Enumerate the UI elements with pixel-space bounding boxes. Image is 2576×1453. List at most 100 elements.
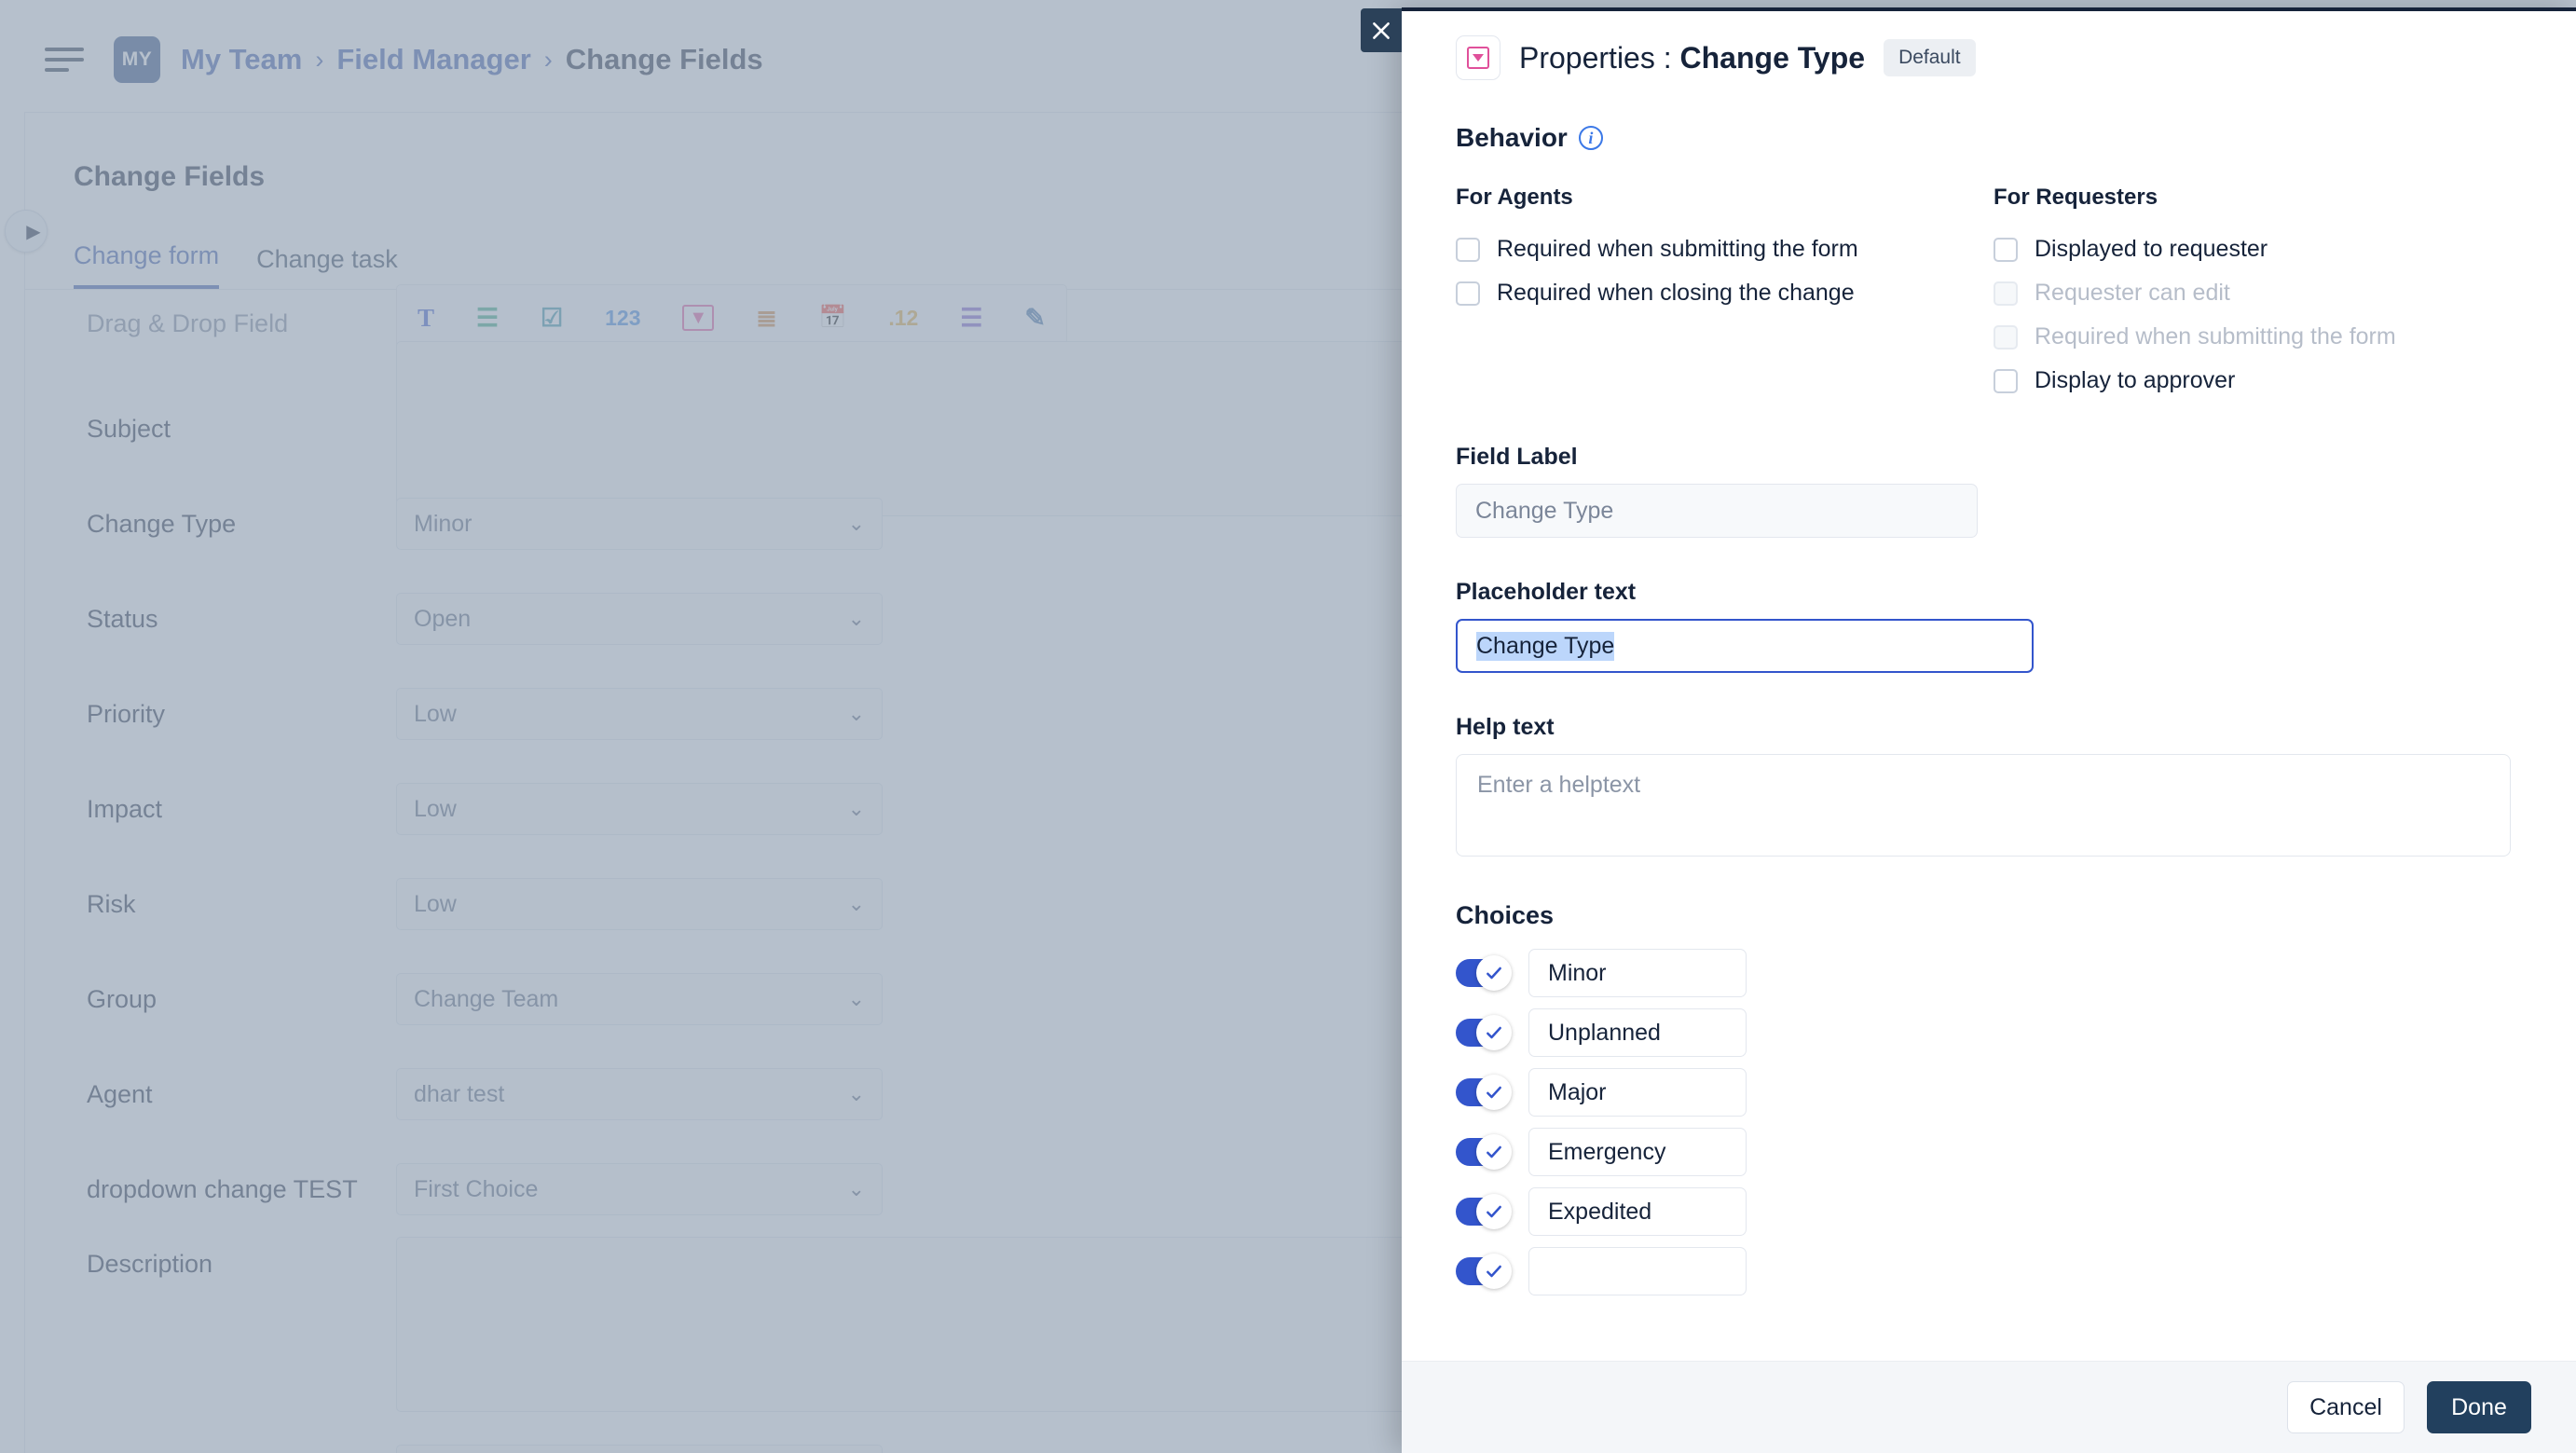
- date-field-icon[interactable]: 📅: [819, 307, 847, 329]
- checkbox-icon[interactable]: [1456, 281, 1480, 306]
- chevron-down-icon: ⌄: [847, 702, 865, 725]
- for-agents-heading: For Agents: [1456, 185, 1573, 210]
- field-label: Subject: [87, 414, 171, 443]
- close-icon[interactable]: [1361, 8, 1402, 52]
- choice-label: Unplanned: [1548, 1019, 1661, 1046]
- checkbox-icon: [1994, 281, 2018, 306]
- sidebar-expand-icon[interactable]: ▶: [5, 210, 48, 253]
- status-badge: Default: [1884, 39, 1976, 76]
- agent-dropdown[interactable]: dhar test ⌄: [396, 1068, 883, 1120]
- signature-field-icon[interactable]: ✎: [1024, 305, 1046, 331]
- help-text-textarea[interactable]: Enter a helptext: [1456, 754, 2511, 857]
- choice-label: Expedited: [1548, 1198, 1652, 1225]
- help-text-group: Help text Enter a helptext: [1456, 714, 2531, 857]
- chevron-down-icon: ⌄: [847, 512, 865, 535]
- drag-drop-label: Drag & Drop Field: [87, 308, 289, 337]
- chevron-down-icon: ⌄: [847, 797, 865, 820]
- group-dropdown[interactable]: Change Team ⌄: [396, 973, 883, 1025]
- number-field-icon[interactable]: 123: [605, 307, 640, 329]
- choice-toggle[interactable]: [1456, 1075, 1512, 1110]
- checkbox-icon[interactable]: [1994, 368, 2018, 393]
- checkbox-icon: [1994, 324, 2018, 350]
- tab-change-form[interactable]: Change form: [74, 241, 220, 289]
- behavior-for-agents: For Agents Required when submitting the …: [1456, 185, 1994, 403]
- checkbox-label: Display to approver: [2035, 367, 2236, 393]
- choice-input[interactable]: [1528, 1247, 1747, 1295]
- checkbox-label: Required when closing the change: [1497, 280, 1855, 306]
- choice-toggle[interactable]: [1456, 1254, 1512, 1289]
- choice-toggle[interactable]: [1456, 1134, 1512, 1170]
- checkbox-label: Displayed to requester: [2035, 236, 2268, 262]
- description-textarea[interactable]: [396, 1237, 1421, 1412]
- checkbox-icon[interactable]: [1456, 237, 1480, 262]
- chevron-down-icon: ⌄: [847, 1177, 865, 1200]
- change-type-dropdown[interactable]: Minor ⌄: [396, 498, 883, 550]
- checkbox-row-display-to-approver[interactable]: Display to approver: [1994, 359, 2531, 403]
- planned-start-date-input[interactable]: 📅: [396, 1445, 883, 1453]
- checkbox-row-displayed-to-requester[interactable]: Displayed to requester: [1994, 227, 2531, 271]
- paragraph-field-icon[interactable]: ☰: [476, 305, 499, 331]
- choice-input[interactable]: Emergency: [1528, 1128, 1747, 1176]
- panel-body: Behavior i For Agents Required when subm…: [1402, 99, 2576, 1361]
- choice-input[interactable]: Minor: [1528, 949, 1747, 997]
- breadcrumb-separator-icon: ›: [315, 45, 324, 74]
- choice-row: [1456, 1247, 2531, 1295]
- checkbox-row-agent-required-submitting[interactable]: Required when submitting the form: [1456, 227, 1994, 271]
- choice-row: Unplanned: [1456, 1008, 2531, 1057]
- tab-change-task[interactable]: Change task: [256, 245, 398, 289]
- field-label-group: Field Label Change Type: [1456, 444, 2531, 538]
- dropdown-change-test-value: First Choice: [414, 1175, 539, 1202]
- priority-dropdown[interactable]: Low ⌄: [396, 688, 883, 740]
- choice-input[interactable]: Major: [1528, 1068, 1747, 1117]
- dropdown-change-test-dropdown[interactable]: First Choice ⌄: [396, 1163, 883, 1215]
- field-label: Risk: [87, 889, 136, 918]
- list-field-icon[interactable]: ☰: [960, 305, 982, 331]
- agent-value: dhar test: [414, 1080, 505, 1107]
- status-dropdown[interactable]: Open ⌄: [396, 593, 883, 645]
- field-label: Agent: [87, 1079, 153, 1108]
- subject-input[interactable]: [396, 341, 1421, 516]
- chevron-down-icon: ⌄: [847, 1082, 865, 1105]
- team-avatar: MY: [114, 36, 160, 83]
- chevron-down-icon: ⌄: [847, 987, 865, 1010]
- choice-row: Major: [1456, 1068, 2531, 1117]
- info-icon[interactable]: i: [1578, 126, 1603, 150]
- risk-dropdown[interactable]: Low ⌄: [396, 878, 883, 930]
- checkbox-icon[interactable]: [1994, 237, 2018, 262]
- checkbox-field-icon[interactable]: ☑: [541, 305, 563, 331]
- behavior-heading-label: Behavior: [1456, 123, 1568, 152]
- field-label: Description: [87, 1250, 213, 1278]
- breadcrumb-item-field-manager[interactable]: Field Manager: [336, 43, 530, 76]
- choice-row: Emergency: [1456, 1128, 2531, 1176]
- text-field-icon[interactable]: T: [418, 305, 434, 331]
- help-text-caption: Help text: [1456, 714, 1555, 740]
- field-label-value: Change Type: [1475, 497, 1614, 524]
- cancel-button[interactable]: Cancel: [2287, 1381, 2405, 1433]
- choices-heading: Choices: [1456, 901, 1555, 929]
- placeholder-text-input[interactable]: Change Type: [1456, 619, 2034, 673]
- choice-toggle[interactable]: [1456, 955, 1512, 991]
- dropdown-field-icon[interactable]: ▼: [682, 305, 715, 331]
- choice-toggle[interactable]: [1456, 1194, 1512, 1229]
- multiselect-field-icon[interactable]: ≣: [756, 305, 777, 331]
- decimal-field-icon[interactable]: .12: [888, 307, 918, 329]
- field-label: Priority: [87, 699, 166, 728]
- breadcrumb-separator-icon: ›: [543, 45, 553, 74]
- choice-toggle[interactable]: [1456, 1015, 1512, 1050]
- done-button[interactable]: Done: [2427, 1381, 2531, 1433]
- choice-input[interactable]: Expedited: [1528, 1187, 1747, 1236]
- behavior-for-requesters: For Requesters Displayed to requester Re…: [1994, 185, 2531, 403]
- behavior-heading: Behavior i: [1456, 123, 2531, 153]
- placeholder-text-group: Placeholder text Change Type: [1456, 579, 2531, 673]
- risk-value: Low: [414, 890, 457, 917]
- behavior-columns: For Agents Required when submitting the …: [1456, 185, 2531, 403]
- impact-dropdown[interactable]: Low ⌄: [396, 783, 883, 835]
- checkbox-row-agent-required-closing[interactable]: Required when closing the change: [1456, 271, 1994, 315]
- choices-section: Choices Minor Unplanned Major Emergency: [1456, 901, 2531, 1295]
- choice-input[interactable]: Unplanned: [1528, 1008, 1747, 1057]
- hamburger-icon[interactable]: [45, 46, 84, 74]
- checkbox-label: Required when submitting the form: [2035, 323, 2396, 350]
- breadcrumb-item-my-team[interactable]: My Team: [181, 43, 302, 76]
- placeholder-text-value: Change Type: [1476, 631, 1615, 661]
- field-label-input[interactable]: Change Type: [1456, 484, 1978, 538]
